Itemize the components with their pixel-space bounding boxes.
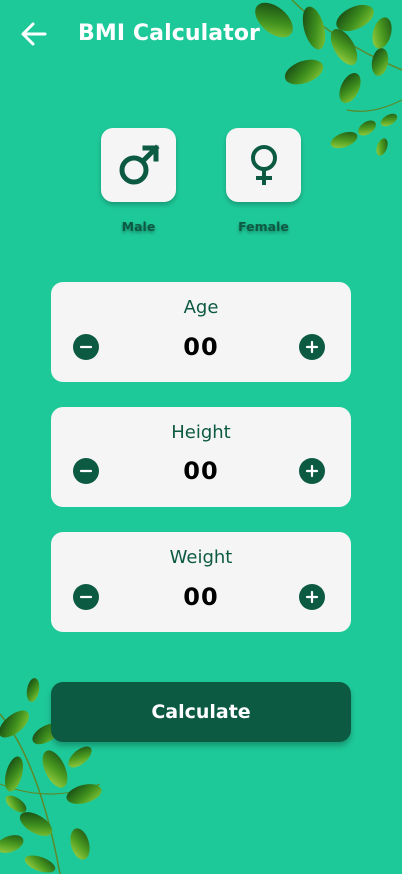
male-card[interactable] bbox=[101, 128, 176, 202]
page-title: BMI Calculator bbox=[78, 21, 261, 46]
height-stepper: Height 00 bbox=[51, 407, 351, 507]
female-symbol-icon bbox=[250, 145, 277, 185]
age-increment-button[interactable] bbox=[299, 334, 325, 360]
bmi-screen: BMI Calculator Male Female Age 00 Height… bbox=[0, 0, 402, 874]
weight-label: Weight bbox=[169, 547, 233, 568]
male-label: Male bbox=[121, 219, 156, 234]
age-label: Age bbox=[183, 297, 219, 318]
height-increment-button[interactable] bbox=[299, 458, 325, 484]
back-button[interactable] bbox=[18, 18, 50, 50]
calculate-button[interactable]: Calculate bbox=[51, 682, 351, 742]
female-card[interactable] bbox=[226, 128, 301, 202]
weight-increment-button[interactable] bbox=[299, 584, 325, 610]
plus-icon bbox=[305, 590, 319, 604]
weight-stepper: Weight 00 bbox=[51, 532, 351, 632]
gender-option-female[interactable]: Female bbox=[226, 128, 301, 234]
gender-option-male[interactable]: Male bbox=[101, 128, 176, 234]
age-stepper: Age 00 bbox=[51, 282, 351, 382]
plus-icon bbox=[305, 340, 319, 354]
female-label: Female bbox=[238, 219, 289, 234]
height-label: Height bbox=[171, 422, 231, 443]
plus-icon bbox=[305, 464, 319, 478]
male-symbol-icon bbox=[119, 144, 160, 185]
arrow-left-icon bbox=[21, 22, 47, 46]
